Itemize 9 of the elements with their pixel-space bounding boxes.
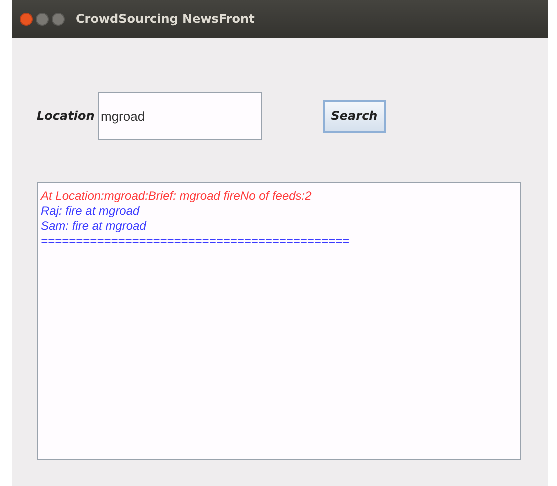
location-field[interactable]: mgroad xyxy=(98,92,262,140)
close-icon[interactable] xyxy=(20,12,33,26)
output-line: Raj: fire at mgroad xyxy=(41,204,140,219)
window-title: CrowdSourcing NewsFront xyxy=(76,12,255,26)
output-line: Sam: fire at mgroad xyxy=(41,219,146,234)
output-line: At Location:mgroad:Brief: mgroad fireNo of feeds:2 xyxy=(41,189,312,204)
output-line: ============================================ xyxy=(41,234,350,249)
location-label: Location xyxy=(37,109,96,123)
search-button[interactable]: Search xyxy=(323,100,386,132)
